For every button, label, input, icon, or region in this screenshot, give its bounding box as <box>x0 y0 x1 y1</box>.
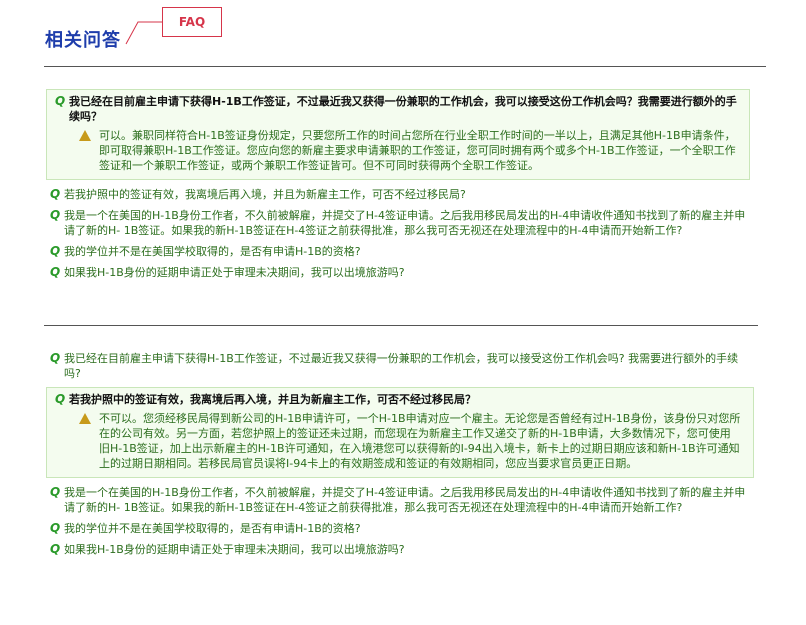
callout-line <box>125 21 162 45</box>
answer-text: 可以。兼职同样符合H-1B签证身份规定，只要您所工作的时间占您所在行业全职工作时… <box>51 128 745 173</box>
section-title: 相关问答 <box>45 30 121 51</box>
question-item[interactable]: Q 我已经在目前雇主申请下获得H-1B工作签证，不过最近我又获得一份兼职的工作机会… <box>46 351 754 381</box>
question-icon: Q <box>50 265 61 279</box>
question-icon: Q <box>55 392 66 406</box>
answer-icon <box>79 130 91 141</box>
question-item[interactable]: Q 我已经在目前雇主申请下获得H-1B工作签证，不过最近我又获得一份兼职的工作机会… <box>51 94 745 124</box>
question-item[interactable]: Q 我是一个在美国的H-1B身份工作者，不久前被解雇，并提交了H-4签证申请。之后… <box>46 208 750 238</box>
answer-body: 可以。兼职同样符合H-1B签证身份规定，只要您所工作的时间占您所在行业全职工作时… <box>99 129 736 172</box>
question-item[interactable]: Q 如果我H-1B身份的延期申请正处于审理未决期间，我可以出境旅游吗? <box>46 542 754 557</box>
question-icon: Q <box>50 244 61 258</box>
question-item[interactable]: Q 若我护照中的签证有效，我离境后再入境，并且为新雇主工作，可否不经过移民局? <box>46 187 750 202</box>
question-icon: Q <box>50 521 61 535</box>
question-icon: Q <box>50 351 61 365</box>
question-icon: Q <box>50 187 61 201</box>
divider-top <box>44 66 766 67</box>
question-item[interactable]: Q 若我护照中的签证有效，我离境后再入境，并且为新雇主工作，可否不经过移民局？ <box>51 392 749 407</box>
faq-panel-2: Q 我已经在目前雇主申请下获得H-1B工作签证，不过最近我又获得一份兼职的工作机会… <box>46 351 754 557</box>
faq-panel-1: Q 我已经在目前雇主申请下获得H-1B工作签证，不过最近我又获得一份兼职的工作机会… <box>46 89 750 280</box>
question-text: 我已经在目前雇主申请下获得H-1B工作签证，不过最近我又获得一份兼职的工作机会，… <box>69 95 737 123</box>
divider-middle <box>44 325 758 326</box>
question-icon: Q <box>55 94 66 108</box>
question-item[interactable]: Q 我的学位并不是在美国学校取得的，是否有申请H-1B的资格? <box>46 521 754 536</box>
question-icon: Q <box>50 485 61 499</box>
question-item[interactable]: Q 我是一个在美国的H-1B身份工作者，不久前被解雇，并提交了H-4签证申请。之后… <box>46 485 754 515</box>
expanded-question-block: Q 若我护照中的签证有效，我离境后再入境，并且为新雇主工作，可否不经过移民局？ 不… <box>46 387 754 478</box>
answer-icon <box>79 413 91 424</box>
faq-callout: FAQ <box>162 7 222 37</box>
question-icon: Q <box>50 208 61 222</box>
expanded-question-block: Q 我已经在目前雇主申请下获得H-1B工作签证，不过最近我又获得一份兼职的工作机会… <box>46 89 750 180</box>
answer-body: 不可以。您须经移民局得到新公司的H-1B申请许可，一个H-1B申请对应一个雇主。… <box>99 412 741 470</box>
question-item[interactable]: Q 如果我H-1B身份的延期申请正处于审理未决期间，我可以出境旅游吗? <box>46 265 750 280</box>
answer-text: 不可以。您须经移民局得到新公司的H-1B申请许可，一个H-1B申请对应一个雇主。… <box>51 411 749 471</box>
question-text: 若我护照中的签证有效，我离境后再入境，并且为新雇主工作，可否不经过移民局？ <box>69 393 476 406</box>
question-icon: Q <box>50 542 61 556</box>
question-item[interactable]: Q 我的学位并不是在美国学校取得的，是否有申请H-1B的资格? <box>46 244 750 259</box>
